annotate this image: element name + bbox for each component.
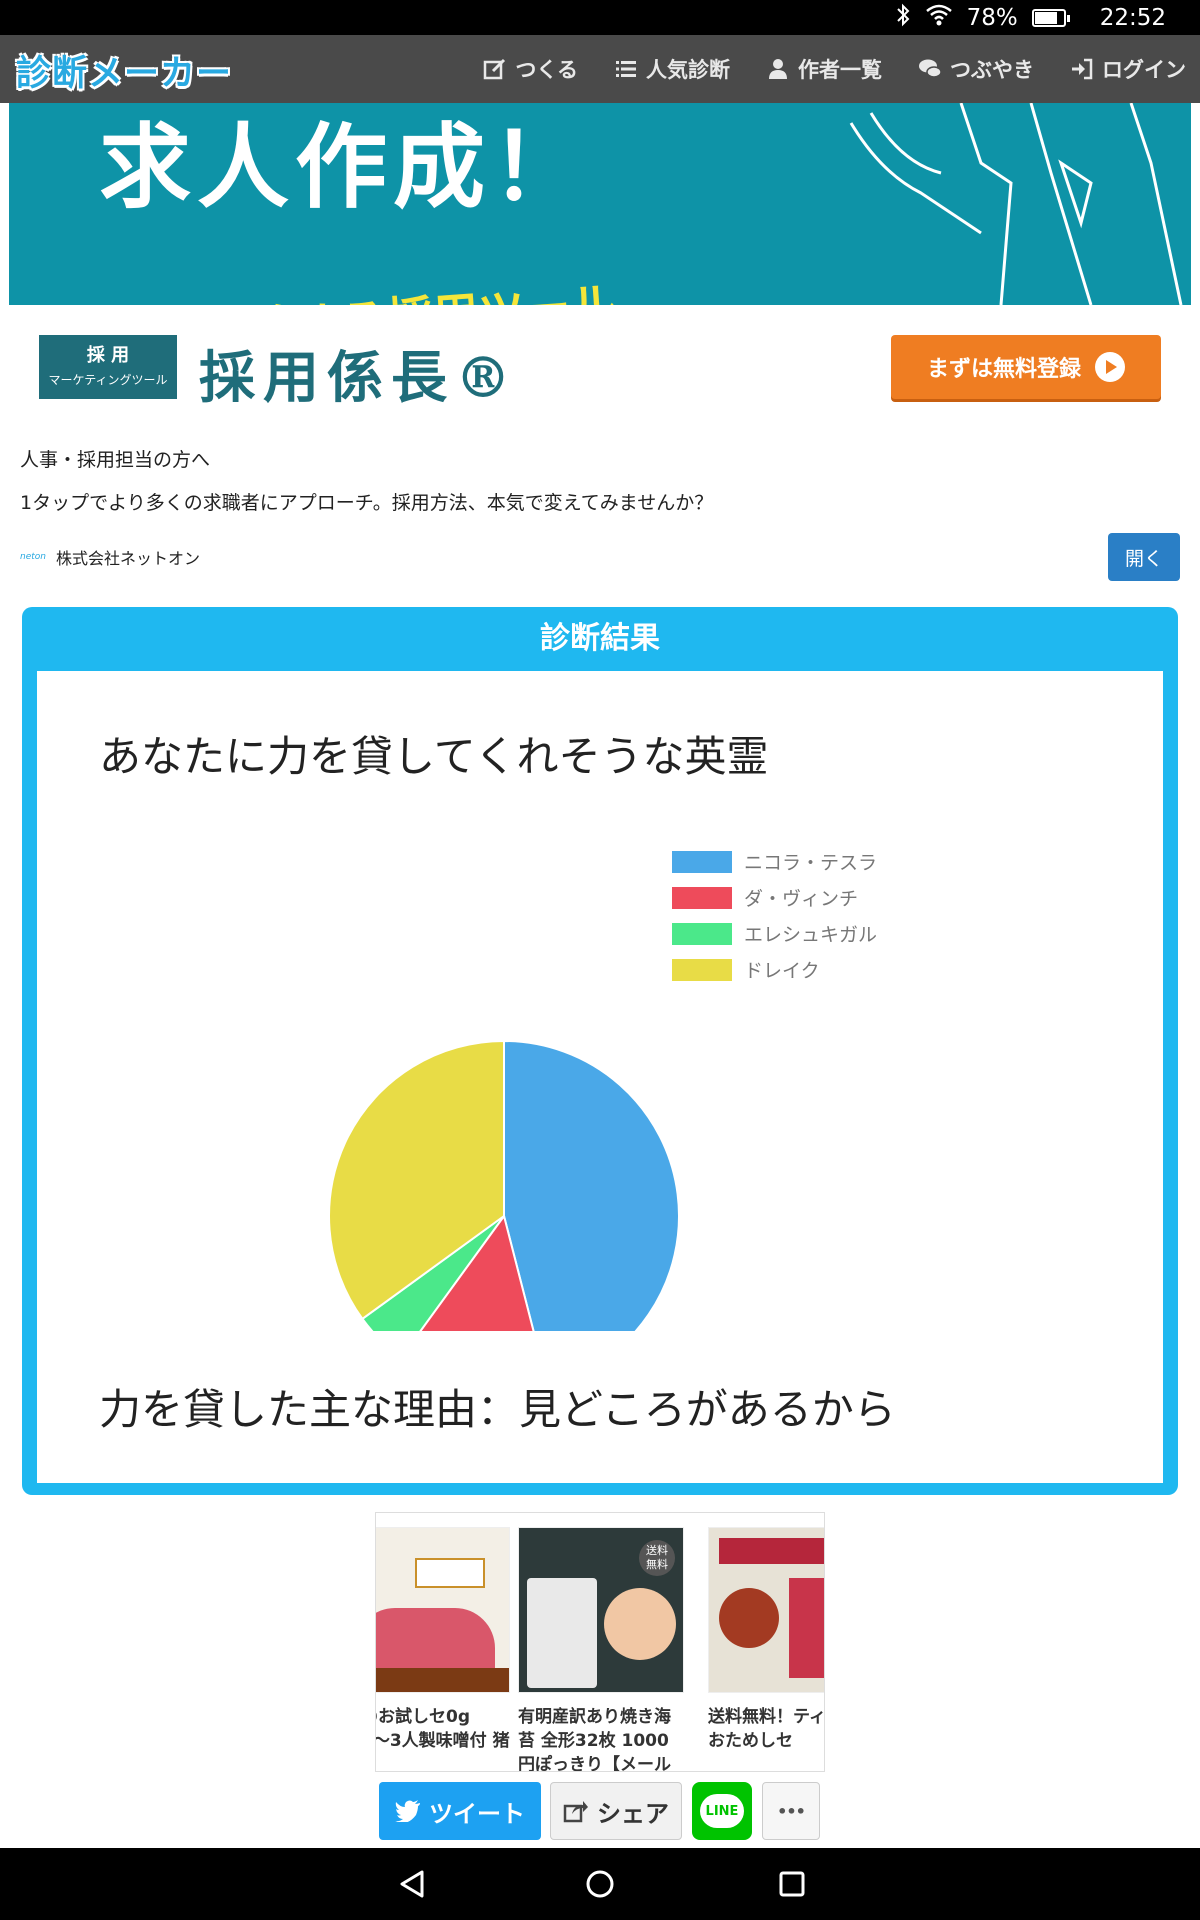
tweet-button[interactable]: ツイート bbox=[379, 1782, 541, 1840]
product-image bbox=[708, 1527, 824, 1693]
chat-icon bbox=[919, 59, 942, 78]
share-button[interactable]: シェア bbox=[550, 1782, 682, 1840]
result-heading: あなたに力を貸してくれそうな英霊 bbox=[99, 732, 769, 781]
home-icon[interactable] bbox=[582, 1866, 618, 1902]
brand-badge-line1: 採 用 bbox=[86, 345, 130, 366]
line-icon: LINE bbox=[700, 1794, 744, 1828]
battery-percent: 78% bbox=[966, 4, 1018, 31]
wifi-icon bbox=[925, 4, 953, 32]
more-label: ••• bbox=[777, 1801, 806, 1821]
product-carousel[interactable]: 鍋のお試しセ0g（2〜3人製味噌付 猪 送料無料 有明産訳あり焼き海苔 全形32… bbox=[375, 1512, 825, 1772]
pie-chart: ニコラ・テスラダ・ヴィンチエレシュキガルドレイク bbox=[328, 851, 877, 1331]
brand-badge: 採 用 マーケティングツール bbox=[39, 335, 177, 399]
pie-slice-1 bbox=[503, 1039, 680, 1331]
nav-popular[interactable]: 人気診断 bbox=[614, 54, 730, 84]
product-card[interactable]: 送料無料！ティッグおためしセ bbox=[708, 1527, 825, 1753]
nav-tweets[interactable]: つぶやき bbox=[918, 54, 1034, 84]
main-nav: つくる 人気診断 作者一覧 つぶやき ログイン bbox=[483, 35, 1186, 103]
nav-create[interactable]: つくる bbox=[483, 54, 578, 84]
site-logo[interactable]: 診断メーカー bbox=[16, 45, 232, 96]
more-share-button[interactable]: ••• bbox=[762, 1782, 820, 1840]
product-card[interactable]: 鍋のお試しセ0g（2〜3人製味噌付 猪 bbox=[375, 1527, 510, 1753]
tweet-label: ツイート bbox=[429, 1799, 525, 1828]
recents-icon[interactable] bbox=[774, 1866, 810, 1902]
product-image: 送料 無料 bbox=[518, 1527, 684, 1693]
product-image bbox=[376, 1527, 510, 1693]
ad-description-2: 1タップでより多くの求職者にアプローチ。採用方法、本気で変えてみませんか？ bbox=[20, 492, 714, 514]
nav-create-label: つくる bbox=[515, 58, 578, 82]
legend-swatch bbox=[672, 887, 732, 909]
app-header: 診断メーカー つくる 人気診断 作者一覧 つぶやき ログイン bbox=[0, 35, 1200, 103]
share-label: シェア bbox=[597, 1799, 669, 1828]
ad-subline: 今すぐ始める採用ツール bbox=[109, 268, 619, 305]
ad-brand-row[interactable]: 採 用 マーケティングツール 採用係長® まずは無料登録 bbox=[9, 305, 1191, 425]
advertiser: neton 株式会社ネットオン bbox=[20, 545, 200, 569]
nav-authors[interactable]: 作者一覧 bbox=[766, 54, 882, 84]
twitter-bird-icon bbox=[395, 1800, 420, 1822]
result-body: あなたに力を貸してくれそうな英霊 ニコラ・テスラ ダ・ヴィンチ エレシュキガル ドレイ… bbox=[37, 671, 1163, 1483]
back-icon[interactable] bbox=[394, 1866, 430, 1902]
line-label: LINE bbox=[705, 1803, 739, 1819]
brand-name: 採用係長® bbox=[199, 345, 519, 411]
nav-login[interactable]: ログイン bbox=[1070, 54, 1186, 84]
edit-icon bbox=[484, 58, 506, 80]
battery-icon bbox=[1031, 8, 1070, 27]
legend-swatch bbox=[672, 959, 732, 981]
list-icon bbox=[616, 61, 636, 77]
brand-badge-line2: マーケティングツール bbox=[48, 373, 168, 387]
user-icon bbox=[769, 59, 787, 79]
signup-cta-label: まずは無料登録 bbox=[926, 357, 1081, 382]
share-icon bbox=[563, 1801, 588, 1823]
product-card[interactable]: 送料無料 有明産訳あり焼き海苔 全形32枚 1000円ぽっきり【メール便 bbox=[518, 1527, 684, 1772]
legend-swatch bbox=[672, 923, 732, 945]
bluetooth-icon bbox=[895, 3, 911, 33]
line-button[interactable]: LINE bbox=[692, 1782, 752, 1840]
legend-label: ニコラ・テスラ bbox=[744, 852, 877, 874]
nav-login-label: ログイン bbox=[1102, 58, 1186, 82]
legend-label: エレシュキガル bbox=[744, 924, 877, 946]
clock: 22:52 bbox=[1099, 4, 1166, 31]
legend-label: ダ・ヴィンチ bbox=[744, 888, 858, 910]
ad-open-button[interactable]: 開く bbox=[1108, 533, 1180, 581]
nav-tweets-label: つぶやき bbox=[950, 58, 1034, 82]
product-title: 有明産訳あり焼き海苔 全形32枚 1000円ぽっきり【メール便 bbox=[518, 1707, 671, 1772]
status-bar: 78% 22:52 bbox=[0, 0, 1200, 35]
legend-label: ドレイク bbox=[744, 960, 820, 982]
result-reason: 力を貸した主な理由：見どころがあるから bbox=[99, 1385, 896, 1434]
ad-description-1: 人事・採用担当の方へ bbox=[20, 449, 211, 471]
nav-popular-label: 人気診断 bbox=[646, 58, 730, 82]
advertiser-logo: neton bbox=[20, 552, 46, 562]
legend-swatch bbox=[672, 851, 732, 873]
advertiser-name: 株式会社ネットオン bbox=[55, 549, 200, 568]
login-icon bbox=[1072, 58, 1093, 80]
product-title: 鍋のお試しセ0g（2〜3人製味噌付 猪 bbox=[375, 1707, 510, 1751]
nav-authors-label: 作者一覧 bbox=[798, 58, 882, 82]
ad-banner[interactable]: 求人作成！ 今すぐ始める採用ツール bbox=[9, 103, 1191, 305]
system-nav-bar bbox=[0, 1848, 1200, 1920]
result-card: 診断結果 あなたに力を貸してくれそうな英霊 ニコラ・テスラ ダ・ヴィンチ エレシュキ… bbox=[22, 607, 1178, 1495]
share-bar: ツイート シェア LINE ••• bbox=[0, 1772, 1200, 1848]
result-title: 診断結果 bbox=[540, 621, 660, 656]
signup-cta-button[interactable]: まずは無料登録 bbox=[891, 335, 1161, 399]
person-illustration bbox=[849, 103, 1183, 305]
ad-headline: 求人作成！ bbox=[99, 114, 590, 221]
play-icon bbox=[1095, 352, 1125, 382]
product-title: 送料無料！ティッグおためしセ bbox=[708, 1707, 825, 1751]
